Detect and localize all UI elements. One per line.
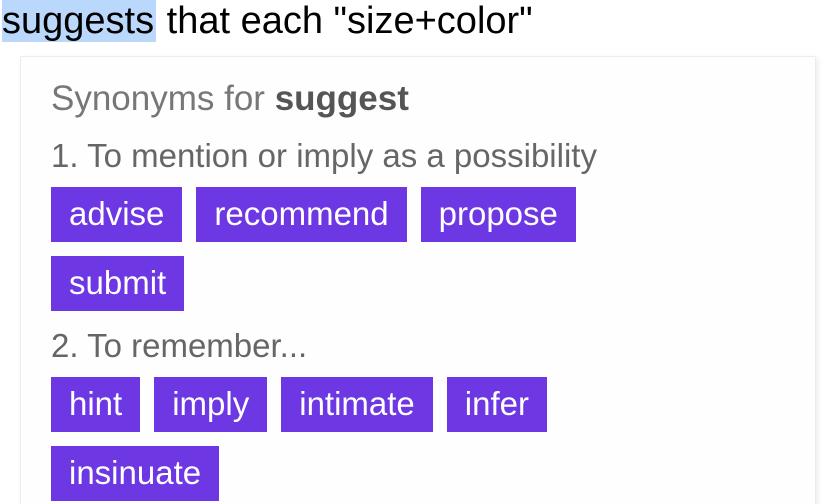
- tooltip-headword: suggest: [275, 79, 409, 118]
- sense-label: 2. To remember...: [51, 327, 785, 365]
- synonym-chip[interactable]: insinuate: [51, 446, 219, 501]
- synonym-chip[interactable]: submit: [51, 256, 184, 311]
- synonym-chip-row: hint imply intimate infer insinuate: [51, 377, 671, 501]
- sense-label: 1. To mention or imply as a possibility: [51, 137, 785, 175]
- context-line: suggests that each "size+color": [2, 0, 838, 44]
- selected-word[interactable]: suggests: [2, 0, 156, 42]
- tooltip-title-prefix: Synonyms for: [51, 79, 275, 118]
- synonym-chip[interactable]: infer: [447, 377, 547, 432]
- synonym-chip[interactable]: advise: [51, 187, 182, 242]
- synonym-chip[interactable]: hint: [51, 377, 140, 432]
- sense-group: 2. To remember... hint imply intimate in…: [51, 327, 785, 501]
- synonym-chip[interactable]: imply: [154, 377, 267, 432]
- synonym-chip-row: advise recommend propose submit: [51, 187, 671, 311]
- sense-group: 1. To mention or imply as a possibility …: [51, 137, 785, 311]
- synonym-chip[interactable]: propose: [421, 187, 576, 242]
- context-rest: that each "size+color": [156, 0, 533, 42]
- synonym-chip[interactable]: intimate: [281, 377, 433, 432]
- synonym-tooltip: Synonyms for suggest 1. To mention or im…: [20, 56, 816, 504]
- tooltip-title: Synonyms for suggest: [51, 79, 785, 119]
- synonym-chip[interactable]: recommend: [196, 187, 406, 242]
